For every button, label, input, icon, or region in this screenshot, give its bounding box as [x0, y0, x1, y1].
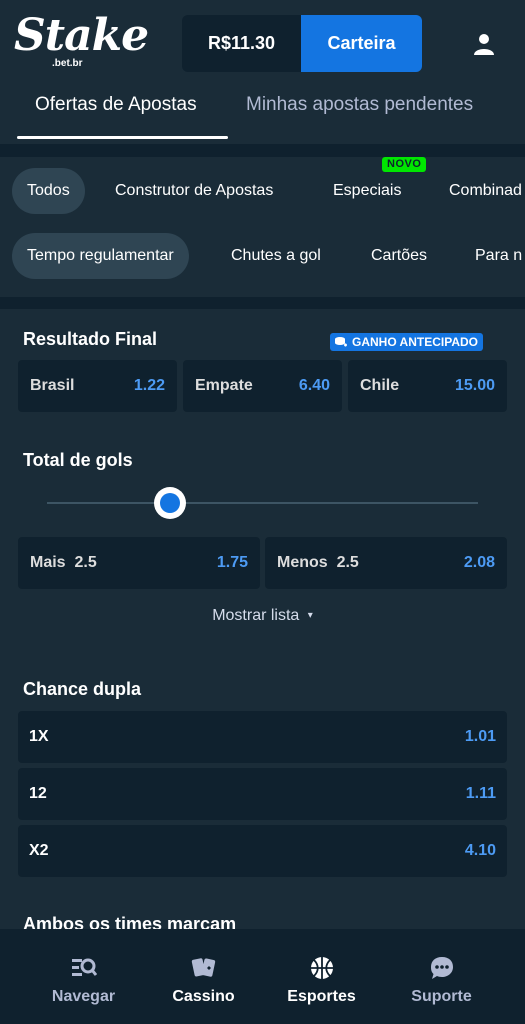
top-header: Stake .bet.br R$11.30 Carteira — [0, 0, 525, 88]
outcome-label: Empate — [195, 377, 253, 394]
filter-especiais[interactable]: Especiais — [318, 168, 416, 214]
logo-text: Stake — [14, 10, 149, 61]
bottom-nav: Navegar Cassino Esportes Suporte — [0, 929, 525, 1024]
tab-ofertas[interactable]: Ofertas de Apostas — [35, 94, 197, 116]
outcome-label: Brasil — [30, 377, 75, 394]
novo-badge: NOVO — [382, 157, 427, 172]
filter-chutes-a-gol[interactable]: Chutes a gol — [216, 233, 336, 279]
main-tabs: Ofertas de Apostas Minhas apostas penden… — [0, 88, 525, 144]
nav-suporte[interactable]: Suporte — [376, 929, 507, 1024]
markets-panel: Resultado Final GANHO ANTECIPADO Brasil … — [0, 309, 525, 929]
basketball-icon — [308, 954, 336, 982]
tab-minhas-apostas[interactable]: Minhas apostas pendentes — [246, 94, 473, 116]
user-icon[interactable] — [466, 26, 502, 62]
outcome-odd: 2.08 — [463, 554, 495, 571]
filter-para-nao[interactable]: Para n — [460, 233, 525, 279]
outcome-odd: 1.11 — [465, 785, 496, 802]
goals-slider-thumb[interactable] — [154, 487, 186, 519]
outcome-label: 1X — [29, 728, 49, 745]
wallet-button[interactable]: Carteira — [301, 15, 422, 72]
outcome-label: Mais 2.5 — [30, 554, 97, 571]
outcome-odd: 1.01 — [464, 728, 496, 745]
odd-chile[interactable]: Chile 15.00 — [348, 360, 507, 412]
filter-construtor[interactable]: Construtor de Apostas — [100, 168, 288, 214]
filter-todos[interactable]: Todos — [12, 168, 85, 214]
total-gols-title: Total de gols — [23, 450, 133, 470]
nav-label: Cassino — [172, 988, 235, 1005]
nav-esportes[interactable]: Esportes — [256, 929, 387, 1024]
odd-mais[interactable]: Mais 2.5 1.75 — [18, 537, 260, 589]
logo-subtext: .bet.br — [52, 58, 83, 69]
nav-label: Navegar — [51, 988, 116, 1005]
market-filters: Todos Construtor de Apostas Especiais NO… — [0, 157, 525, 297]
odd-empate[interactable]: Empate 6.40 — [183, 360, 342, 412]
outcome-odd: 4.10 — [464, 842, 496, 859]
nav-label: Esportes — [287, 988, 356, 1005]
goals-slider-track[interactable] — [47, 502, 478, 504]
badge-label: GANHO ANTECIPADO — [352, 335, 478, 349]
ambos-marcam-title: Ambos os times marcam — [23, 914, 237, 929]
active-tab-indicator — [17, 136, 228, 139]
balance-display[interactable]: R$11.30 — [182, 15, 301, 72]
filter-cartoes[interactable]: Cartões — [356, 233, 442, 279]
coins-icon — [335, 337, 347, 347]
odd-1x[interactable]: 1X 1.01 — [18, 711, 507, 763]
nav-cassino[interactable]: Cassino — [138, 929, 269, 1024]
odd-menos[interactable]: Menos 2.5 2.08 — [265, 537, 507, 589]
chance-dupla-title: Chance dupla — [23, 679, 142, 699]
filter-combinadas[interactable]: Combinad — [434, 168, 525, 214]
outcome-label: X2 — [29, 842, 49, 859]
stake-logo[interactable]: Stake .bet.br — [14, 10, 149, 74]
ganho-antecipado-badge: GANHO ANTECIPADO — [330, 333, 483, 351]
filter-tempo-regulamentar[interactable]: Tempo regulamentar — [12, 233, 189, 279]
outcome-odd: 6.40 — [298, 377, 330, 394]
chat-icon — [428, 954, 456, 982]
odd-12[interactable]: 12 1.11 — [18, 768, 507, 820]
outcome-label: Menos 2.5 — [277, 554, 359, 571]
nav-label: Suporte — [411, 988, 472, 1005]
show-list-label: Mostrar lista — [212, 607, 300, 624]
odd-x2[interactable]: X2 4.10 — [18, 825, 507, 877]
cards-icon — [190, 954, 218, 982]
show-list-button[interactable]: Mostrar lista ▾ — [0, 607, 525, 625]
outcome-odd: 1.22 — [133, 377, 165, 394]
nav-navegar[interactable]: Navegar — [18, 929, 149, 1024]
chevron-down-icon: ▾ — [307, 610, 313, 621]
resultado-final-title: Resultado Final — [23, 329, 158, 349]
outcome-odd: 15.00 — [454, 377, 495, 394]
wallet-group: R$11.30 Carteira — [182, 15, 422, 72]
outcome-label: Chile — [360, 377, 400, 394]
outcome-odd: 1.75 — [216, 554, 248, 571]
browse-icon — [70, 954, 98, 982]
odd-brasil[interactable]: Brasil 1.22 — [18, 360, 177, 412]
outcome-label: 12 — [29, 785, 47, 802]
